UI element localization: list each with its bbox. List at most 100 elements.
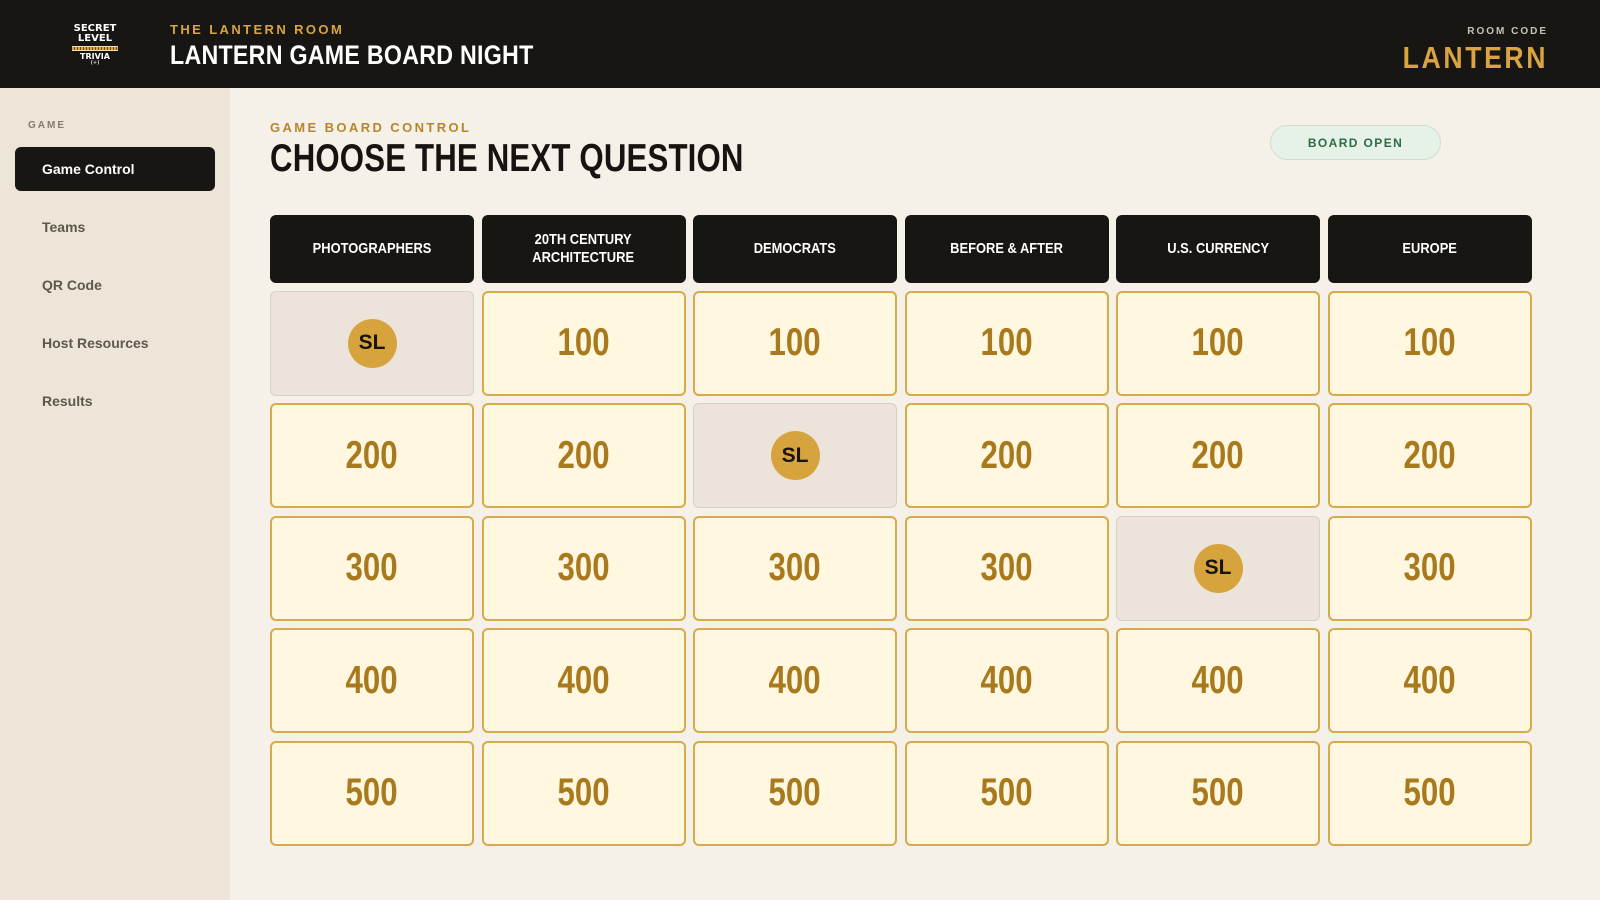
board-cell[interactable]: 500: [270, 740, 474, 846]
sidebar: GAME Game Control Teams QR Code Host Res…: [0, 88, 230, 900]
category-label: EUROPE: [1402, 240, 1457, 257]
board-cell[interactable]: 400: [693, 628, 897, 733]
board-column: BEFORE & AFTER 100 200 300 400 500: [904, 215, 1109, 846]
board-cell[interactable]: 300: [1327, 515, 1532, 621]
sidebar-item-game-control[interactable]: Game Control: [15, 147, 215, 191]
room-code: LANTERN: [1402, 40, 1548, 75]
cell-point-value: 200: [1191, 433, 1245, 477]
category-header: DEMOCRATS: [693, 215, 897, 283]
event-title: LANTERN GAME BOARD NIGHT: [170, 40, 534, 70]
cell-point-value: 500: [1191, 771, 1245, 814]
board-cell[interactable]: 300: [904, 515, 1109, 621]
board-column: PHOTOGRAPHERS SL 200 300 400 500: [270, 215, 474, 846]
board-cell-used: SL: [693, 403, 897, 508]
logo-brick-bar: [72, 46, 118, 51]
cell-point-value: 500: [557, 771, 610, 814]
game-board: PHOTOGRAPHERS SL 200 300 400 500 20TH CENTURY …: [270, 215, 1532, 846]
secret-level-trivia-logo: SECRET LEVEL TRIVIA (+): [70, 24, 120, 66]
cell-point-value: 100: [1191, 321, 1245, 364]
board-cell[interactable]: 200: [481, 403, 686, 508]
board-cell[interactable]: 100: [904, 290, 1109, 396]
category-label: U.S. CURRENCY: [1167, 240, 1269, 257]
board-cell[interactable]: 500: [481, 740, 686, 846]
board-cell[interactable]: 500: [1116, 740, 1320, 846]
top-bar: SECRET LEVEL TRIVIA (+) THE LANTERN ROOM…: [0, 0, 1600, 88]
cell-point-value: 100: [980, 321, 1033, 364]
board-cell[interactable]: 100: [1327, 290, 1532, 396]
board-cell-used: SL: [1116, 515, 1320, 621]
board-cell[interactable]: 400: [481, 628, 686, 733]
board-column: EUROPE 100 200 300 400 500: [1327, 215, 1532, 846]
sidebar-item-label: Teams: [42, 219, 86, 235]
category-header: U.S. CURRENCY: [1116, 215, 1320, 283]
cell-point-value: 400: [768, 658, 822, 702]
cell-point-value: 400: [345, 658, 399, 702]
logo-line-4: (+): [90, 60, 100, 66]
board-column: U.S. CURRENCY 100 200 SL 400 500: [1116, 215, 1320, 846]
cell-point-value: 500: [345, 771, 399, 814]
category-header: 20TH CENTURY ARCHITECTURE: [481, 215, 686, 283]
board-cell[interactable]: 500: [1327, 740, 1532, 846]
board-cell[interactable]: 400: [270, 628, 474, 733]
category-label: 20TH CENTURY ARCHITECTURE: [532, 231, 635, 266]
sidebar-item-host-resources[interactable]: Host Resources: [15, 321, 215, 365]
board-cell[interactable]: 100: [481, 290, 686, 396]
cell-point-value: 200: [1403, 433, 1456, 477]
board-cell[interactable]: 200: [904, 403, 1109, 508]
category-label: PHOTOGRAPHERS: [312, 240, 432, 257]
cell-point-value: 400: [557, 658, 610, 702]
cell-point-value: 100: [557, 321, 610, 364]
cell-point-value: 500: [980, 771, 1033, 814]
venue-name: THE LANTERN ROOM: [170, 22, 345, 37]
cell-point-value: 200: [980, 433, 1033, 477]
board-column: 20TH CENTURY ARCHITECTURE 100 200 300 400 500: [481, 215, 686, 846]
cell-point-value: 100: [768, 321, 822, 364]
board-cell[interactable]: 200: [1116, 403, 1320, 508]
sidebar-item-label: Results: [42, 393, 93, 409]
category-header: PHOTOGRAPHERS: [270, 215, 474, 283]
board-cell[interactable]: 500: [693, 740, 897, 846]
sidebar-item-teams[interactable]: Teams: [15, 205, 215, 249]
sidebar-item-label: QR Code: [42, 277, 102, 293]
sidebar-item-results[interactable]: Results: [15, 379, 215, 423]
cell-point-value: 300: [345, 546, 399, 589]
category-header: BEFORE & AFTER: [904, 215, 1109, 283]
board-cell[interactable]: 200: [1327, 403, 1532, 508]
room-code-label: ROOM CODE: [1467, 26, 1548, 37]
cell-point-value: 300: [980, 546, 1033, 589]
cell-point-value: 200: [345, 433, 399, 477]
used-marker-badge: SL: [347, 318, 397, 368]
page-title: CHOOSE THE NEXT QUESTION: [270, 137, 744, 180]
category-label: BEFORE & AFTER: [950, 240, 1063, 257]
board-cell[interactable]: 400: [904, 628, 1109, 733]
board-cell[interactable]: 500: [904, 740, 1109, 846]
cell-point-value: 200: [557, 433, 610, 477]
sidebar-item-label: Game Control: [42, 161, 135, 177]
board-cell[interactable]: 400: [1116, 628, 1320, 733]
board-cell[interactable]: 300: [270, 515, 474, 621]
cell-point-value: 100: [1403, 321, 1456, 364]
cell-point-value: 300: [557, 546, 610, 589]
cell-point-value: 400: [980, 658, 1033, 702]
section-eyebrow: GAME BOARD CONTROL: [270, 120, 472, 135]
cell-point-value: 300: [1403, 546, 1456, 589]
cell-point-value: 400: [1403, 658, 1456, 702]
category-header: EUROPE: [1327, 215, 1532, 283]
board-cell[interactable]: 400: [1327, 628, 1532, 733]
cell-point-value: 400: [1191, 658, 1245, 702]
category-label: DEMOCRATS: [753, 240, 837, 257]
used-marker-badge: SL: [770, 431, 820, 480]
board-column: DEMOCRATS 100 SL 300 400 500: [693, 215, 897, 846]
cell-point-value: 500: [768, 771, 822, 814]
status-badge: BOARD OPEN: [1270, 125, 1441, 160]
board-cell-used: SL: [270, 290, 474, 396]
board-cell[interactable]: 300: [693, 515, 897, 621]
board-cell[interactable]: 100: [1116, 290, 1320, 396]
board-cell[interactable]: 300: [481, 515, 686, 621]
cell-point-value: 300: [768, 546, 822, 589]
board-cell[interactable]: 200: [270, 403, 474, 508]
cell-point-value: 500: [1403, 771, 1456, 814]
board-cell[interactable]: 100: [693, 290, 897, 396]
sidebar-item-label: Host Resources: [42, 335, 149, 351]
sidebar-item-qr-code[interactable]: QR Code: [15, 263, 215, 307]
